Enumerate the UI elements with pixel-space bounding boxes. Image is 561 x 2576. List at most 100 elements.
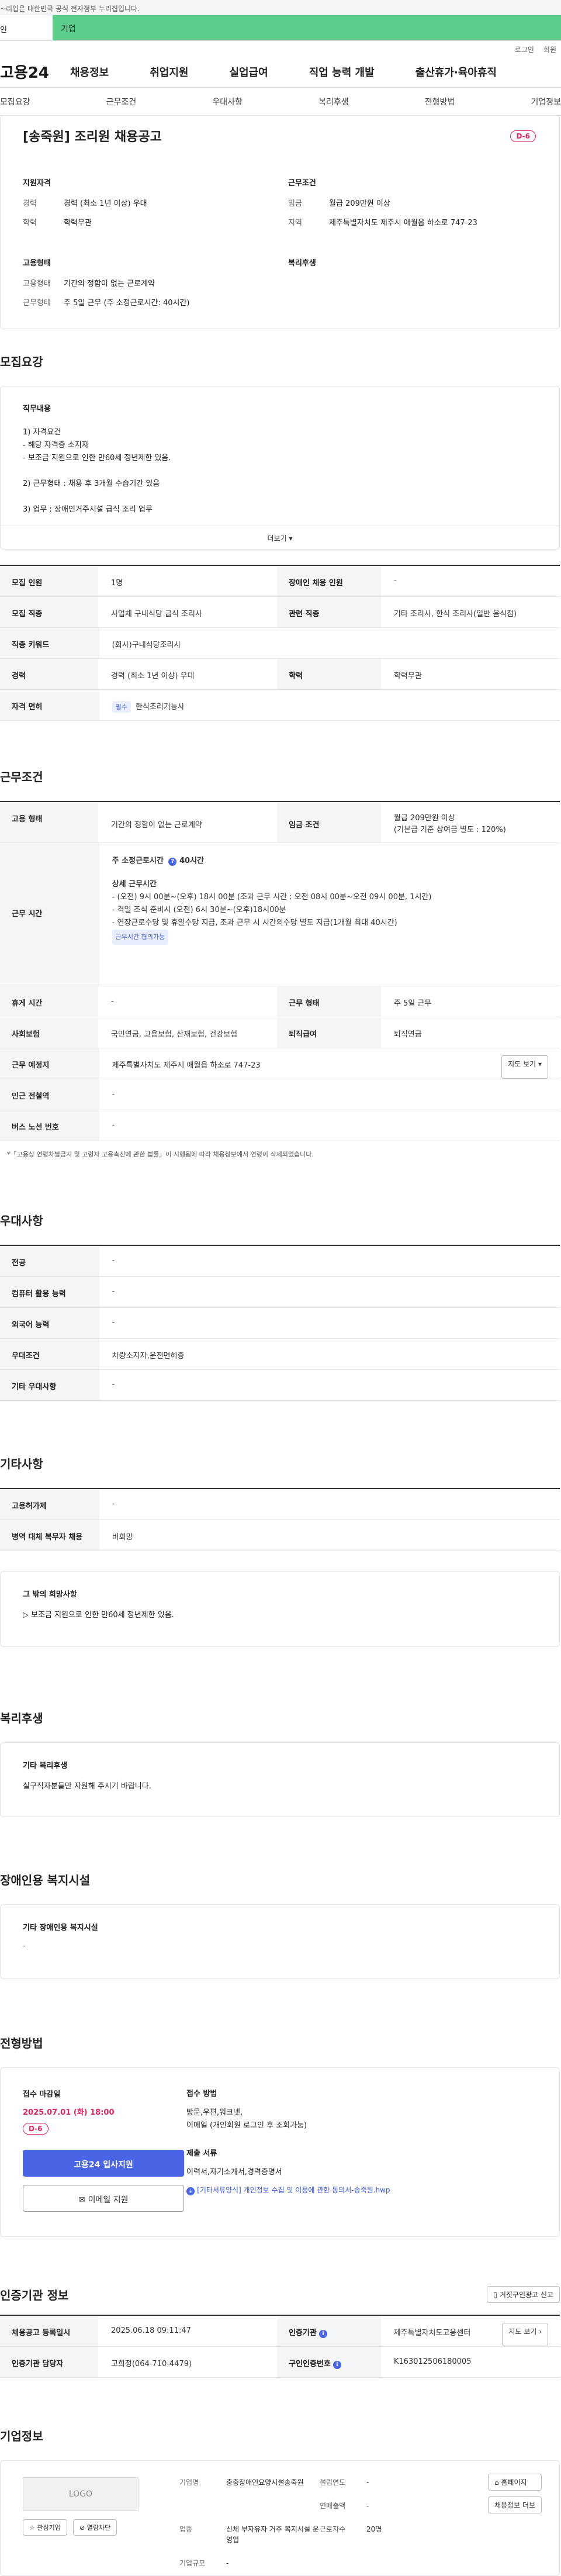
- hours-negotiable-tag: 근무시간 협의가능: [112, 930, 169, 945]
- qualification-block: 지원자격 경력 경력 (최소 1년 이상) 우대 학력 학력무관: [23, 177, 288, 236]
- row-value: -: [112, 1256, 115, 1265]
- severance-label: 퇴직급여: [277, 1017, 381, 1048]
- company-field-label: [179, 2501, 226, 2518]
- document-icon: ▯: [493, 2291, 498, 2299]
- deadline-dday-badge: D-6: [23, 2123, 49, 2135]
- hours-detail-line: - 연장근로수당 및 휴일수당 지급, 조과 근무 시 시간외수당 별도 지급(…: [112, 918, 397, 927]
- row-label: 컴퓨터 활용 능력: [0, 1277, 99, 1307]
- severance-value: 퇴직연금: [393, 1030, 422, 1039]
- weekly-hours-value: 40시간: [179, 857, 204, 865]
- login-link[interactable]: 로그인: [515, 44, 534, 56]
- hours-detail-line: - (오전) 9시 00분~(오후) 18시 00분 (조과 근무 시간 : 오…: [112, 893, 432, 902]
- row-label: 모집 직종: [0, 597, 98, 627]
- row-label: 장애인 채용 인원: [277, 566, 381, 596]
- chevron-down-icon: ▾: [538, 1060, 542, 1068]
- map-button[interactable]: 지도 보기 ▾: [501, 1055, 548, 1079]
- privacy-form-link[interactable]: [기타서류양식] 개인정보 수집 및 이용에 관한 동의서-송죽원.hwp: [197, 2186, 390, 2194]
- job-description-line: [23, 465, 542, 478]
- more-button[interactable]: 더보기 ▾: [0, 526, 560, 550]
- user-type-tabs: 인 기업: [0, 15, 561, 41]
- table-row: 고용허가제 -: [0, 1489, 560, 1520]
- job-description-box: 직무내용 1) 자격요건 - 해당 자격증 소지자 - 보조금 지원으로 인한 만6…: [0, 386, 560, 526]
- site-logo[interactable]: 고용24: [0, 61, 70, 82]
- nav-jobs[interactable]: 채용정보: [70, 64, 109, 80]
- subnav-work[interactable]: 근무조건: [106, 96, 137, 108]
- more-label: 더보기: [267, 534, 287, 543]
- info-icon[interactable]: ?: [168, 858, 177, 866]
- facility-section-title: 장애인용 복지시설: [0, 1873, 91, 1887]
- subnav-recruit[interactable]: 모집요강: [0, 96, 30, 108]
- wage-value: 월급 209만원 이상: [393, 814, 455, 823]
- company-field-label: 근로자수: [320, 2525, 346, 2533]
- apply-button[interactable]: 고용24 입사지원: [23, 2150, 184, 2177]
- info-icon[interactable]: i: [318, 2330, 327, 2338]
- utility-links: 로그인 회원: [0, 41, 561, 56]
- company-field-label: 기업명: [179, 2478, 199, 2487]
- table-row: 기타 우대사항 -: [0, 1370, 560, 1401]
- subnav-company[interactable]: 기업정보: [531, 96, 561, 108]
- tab-company[interactable]: 기업: [53, 15, 561, 40]
- insurance-value: 국민연금, 고용보험, 산재보험, 건강보험: [110, 1030, 238, 1039]
- method-title: 접수 방법: [186, 2090, 217, 2098]
- cert-org-label: 인증기관 i: [276, 2316, 381, 2346]
- block-view-button[interactable]: ⊘ 열람차단: [73, 2519, 117, 2536]
- row-label: 자격 면허: [0, 690, 99, 720]
- row-value: -: [112, 1500, 115, 1508]
- cert-org-label-text: 인증기관: [288, 2329, 317, 2337]
- row-value: 비희망: [112, 1533, 133, 1542]
- row-value: 경력 (최소 1년 이상) 우대: [110, 672, 195, 681]
- join-link[interactable]: 회원: [543, 44, 556, 56]
- job-description-line: - 해당 자격증 소지자: [23, 441, 89, 450]
- work-type-value: 기간의 정함이 없는 근로계약: [110, 821, 202, 830]
- subway-value: -: [112, 1090, 115, 1099]
- work-form-value: 주 5일 근무: [393, 999, 432, 1008]
- subnav-screening[interactable]: 전형방법: [425, 96, 455, 108]
- row-value: -: [393, 576, 397, 585]
- row-value: -: [112, 1380, 115, 1389]
- job-description-line: [23, 516, 542, 526]
- row-value: -: [112, 1287, 115, 1296]
- wage-note: (기본급 기준 상여금 별도 : 120%): [393, 826, 506, 834]
- email-apply-button[interactable]: ✉ 이메일 지원: [23, 2185, 184, 2212]
- nav-vocational-training[interactable]: 직업 능력 개발: [309, 64, 375, 80]
- nav-unemployment-benefit[interactable]: 실업급여: [230, 64, 268, 80]
- report-label: 거짓구인광고 신고: [499, 2291, 553, 2299]
- workplace-label: 근무 예정지: [0, 1048, 99, 1079]
- gov-notice-text: ~리입은 대한민국 공식 전자정부 누리집입니다.: [0, 5, 140, 13]
- row-label: 고용허가제: [0, 1489, 99, 1520]
- subnav-welfare[interactable]: 복리후생: [318, 96, 349, 108]
- nav-parental-leave[interactable]: 출산휴가·육아휴직: [415, 64, 497, 80]
- cert-section-title: 인증기관 정보: [0, 2288, 69, 2302]
- job-description-line: 3) 업무 : 장애인거주시설 급식 조리 업무: [23, 505, 153, 514]
- table-row: 외국어 능력 -: [0, 1308, 560, 1339]
- job-description-line: - 보조금 지원으로 인한 만60세 정년제한 있음.: [23, 454, 171, 462]
- homepage-button[interactable]: ⌂ 홈페이지: [487, 2474, 542, 2491]
- more-jobs-button[interactable]: 채용정보 더보: [487, 2496, 542, 2513]
- report-false-ad-button[interactable]: ▯ 거짓구인광고 신고: [487, 2286, 560, 2303]
- company-field-label: 설립연도: [320, 2478, 346, 2487]
- company-field-label: 기업규모: [179, 2559, 206, 2567]
- wage-label: 임금 조건: [277, 802, 381, 842]
- homepage-label: 홈페이지: [501, 2478, 527, 2487]
- info-icon[interactable]: i: [333, 2361, 341, 2369]
- welfare-box-text: 실구직자분들만 지원해 주시기 바랍니다.: [23, 1782, 151, 1791]
- job-description-title: 직무내용: [23, 405, 51, 413]
- welfare-box: 기타 복리후생 실구직자분들만 지원해 주시기 바랍니다.: [0, 1742, 560, 1817]
- tab-individual[interactable]: 인: [0, 15, 53, 40]
- facility-box-title: 기타 장애인용 복지시설: [23, 1924, 98, 1932]
- subnav-pref[interactable]: 우대사항: [212, 96, 243, 108]
- hours-label: 근무 시간: [0, 843, 99, 986]
- cert-manager-label: 인증기관 담당자: [0, 2347, 98, 2377]
- nav-employment-support[interactable]: 취업지원: [150, 64, 188, 80]
- row-value-text: 한식조리기능사: [135, 703, 185, 712]
- cert-map-button[interactable]: 지도 보기 ›: [502, 2323, 548, 2346]
- favorite-company-button[interactable]: ☆ 관심기업: [23, 2519, 67, 2536]
- work-table: 고용 형태 기간의 정함이 없는 근로계약 임금 조건 월급 209만원 이상 …: [0, 801, 560, 1141]
- cert-org-value: 제주특별자치도고용센터: [393, 2329, 471, 2337]
- insurance-label: 사회보험: [0, 1017, 98, 1048]
- section-subnav: 모집요강 근무조건 우대사항 복리후생 전형방법 기업정보: [0, 88, 561, 116]
- employment-block: 고용형태 고용형태 기간의 정함이 없는 근로계약 근무형태 주 5일 근무 (주 …: [23, 257, 288, 316]
- cond-label: 임금: [288, 199, 302, 208]
- row-label: 병역 대체 복무자 채용: [0, 1520, 99, 1551]
- hours-detail-line: - 격일 조식 준비시 (오전) 6시 30분~(오후)18시00분: [112, 906, 286, 914]
